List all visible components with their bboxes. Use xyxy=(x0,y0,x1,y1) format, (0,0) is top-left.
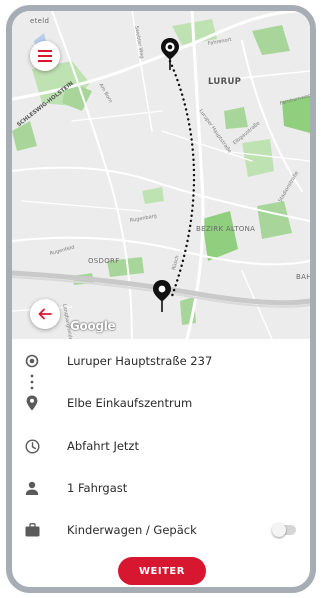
location-pin-icon xyxy=(23,394,41,412)
menu-button[interactable] xyxy=(30,41,60,71)
person-icon xyxy=(23,479,41,497)
origin-target-icon xyxy=(23,352,41,370)
map-label-bezirk-altona: BEZIRK ALTONA xyxy=(196,225,256,233)
map-label: eteld xyxy=(30,17,50,25)
toggle-knob xyxy=(272,523,286,537)
destination-map-marker-icon[interactable] xyxy=(152,279,172,317)
passenger-count: 1 Fahrgast xyxy=(67,481,128,495)
luggage-row[interactable]: Kinderwagen / Gepäck xyxy=(12,518,310,542)
map-view[interactable]: eteld LURUP BEZIRK ALTONA OSDORF BAHR SC… xyxy=(12,11,310,339)
map-label-lurup: LURUP xyxy=(208,77,242,87)
back-button[interactable] xyxy=(30,299,60,329)
clock-icon xyxy=(23,437,41,455)
continue-button[interactable]: WEITER xyxy=(118,557,206,585)
origin-map-marker-icon[interactable] xyxy=(160,37,180,75)
origin-row[interactable]: Luruper Hauptstraße 237 xyxy=(12,349,310,373)
origin-address: Luruper Hauptstraße 237 xyxy=(67,354,213,368)
passengers-row[interactable]: 1 Fahrgast xyxy=(12,476,310,500)
departure-row[interactable]: Abfahrt Jetzt xyxy=(12,434,310,458)
destination-row[interactable]: Elbe Einkaufszentrum xyxy=(12,391,310,415)
luggage-toggle[interactable] xyxy=(272,523,296,537)
map-label-osdorf: OSDORF xyxy=(88,257,120,265)
arrow-left-icon xyxy=(38,308,52,320)
briefcase-icon xyxy=(23,521,41,539)
phone-frame: eteld LURUP BEZIRK ALTONA OSDORF BAHR SC… xyxy=(6,5,316,593)
map-label-bahr: BAHR xyxy=(296,273,310,281)
departure-time: Abfahrt Jetzt xyxy=(67,439,139,453)
vertical-dots-icon xyxy=(23,373,41,391)
luggage-label: Kinderwagen / Gepäck xyxy=(67,523,197,537)
hamburger-menu-icon xyxy=(38,50,52,62)
google-attribution: Google xyxy=(70,319,116,333)
destination-address: Elbe Einkaufszentrum xyxy=(67,396,193,410)
route-connector xyxy=(12,372,310,392)
